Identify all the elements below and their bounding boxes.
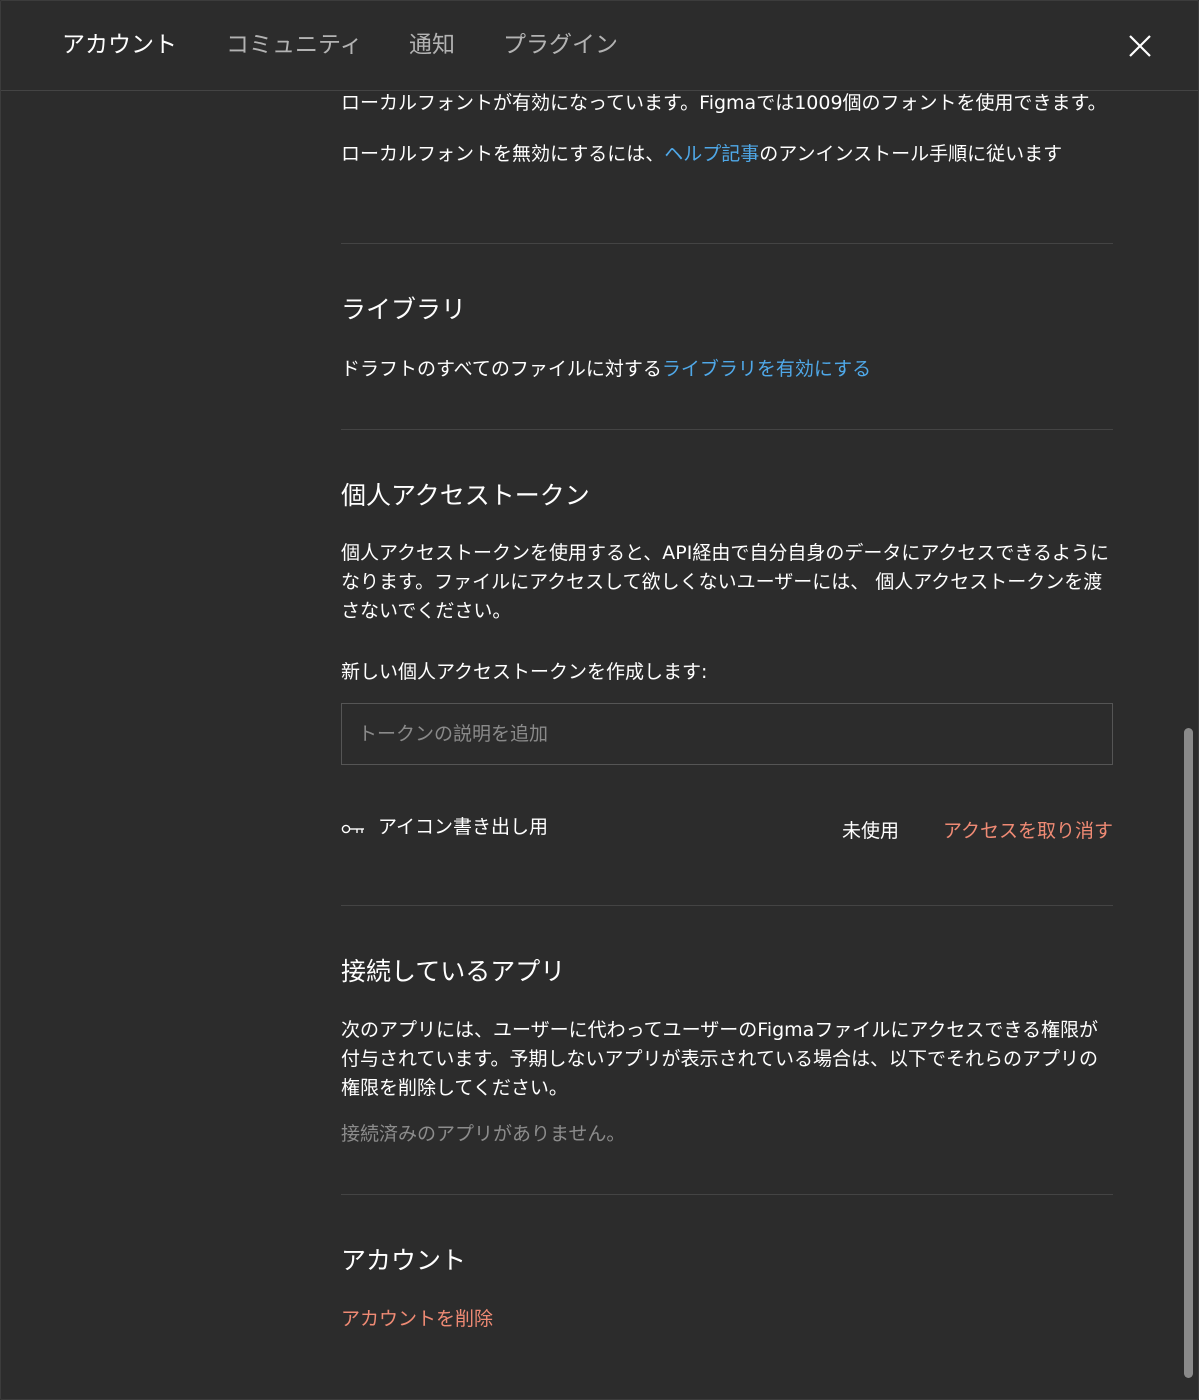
create-token-label: 新しい個人アクセストークンを作成します:: [341, 661, 708, 683]
token-description-input[interactable]: [341, 703, 1113, 765]
account-title: アカウント: [341, 1246, 467, 1275]
enable-library-link[interactable]: ライブラリを有効にする: [662, 358, 871, 380]
tab-plugins[interactable]: プラグイン: [503, 29, 618, 61]
key-icon: [341, 821, 365, 840]
tab-community[interactable]: コミュニティ: [226, 29, 363, 61]
tokens-title: 個人アクセストークン: [341, 481, 590, 510]
apps-title: 接続しているアプリ: [341, 957, 566, 986]
apps-description: 次のアプリには、ユーザーに代わってユーザーのFigmaファイルにアクセスできる権…: [341, 1019, 1098, 1099]
token-status: 未使用: [842, 820, 900, 842]
fonts-enabled-text: ローカルフォントが有効になっています。Figmaでは1009個のフォントを使用で…: [341, 92, 1107, 114]
tab-bar: アカウント コミュニティ 通知 プラグイン: [1, 1, 1198, 91]
library-title: ライブラリ: [341, 295, 467, 324]
fonts-disable-prefix: ローカルフォントを無効にするには、: [341, 143, 665, 165]
fonts-disable-text: ローカルフォントを無効にするには、ヘルプ記事のアンインストール手順に従います: [341, 140, 1113, 169]
tab-notifications[interactable]: 通知: [409, 29, 455, 61]
fonts-section: ローカルフォントが有効になっています。Figmaでは1009個のフォントを使用で…: [341, 89, 1113, 169]
close-icon[interactable]: [1125, 31, 1155, 61]
token-name: アイコン書き出し用: [378, 816, 549, 838]
tokens-description: 個人アクセストークンを使用すると、API経由で自分自身のデータにアクセスできるよ…: [341, 542, 1110, 622]
library-text: ドラフトのすべてのファイルに対するライブラリを有効にする: [341, 355, 871, 384]
library-text-prefix: ドラフトのすべてのファイルに対する: [341, 358, 662, 380]
divider: [341, 429, 1113, 430]
delete-account-button[interactable]: アカウントを削除: [341, 1305, 493, 1334]
settings-modal: アカウント コミュニティ 通知 プラグイン ローカルフォントが有効になっています…: [0, 0, 1199, 1400]
divider: [341, 1194, 1113, 1195]
revoke-access-button[interactable]: アクセスを取り消す: [943, 817, 1113, 846]
divider: [341, 905, 1113, 906]
help-article-link[interactable]: ヘルプ記事: [664, 143, 759, 165]
divider: [341, 243, 1113, 244]
scrollbar[interactable]: [1184, 728, 1193, 1378]
fonts-disable-suffix: のアンインストール手順に従います: [759, 143, 1063, 165]
tab-account[interactable]: アカウント: [62, 29, 177, 61]
no-apps-text: 接続済みのアプリがありません。: [341, 1123, 626, 1145]
token-row: アイコン書き出し用 未使用 アクセスを取り消す: [341, 813, 1113, 845]
